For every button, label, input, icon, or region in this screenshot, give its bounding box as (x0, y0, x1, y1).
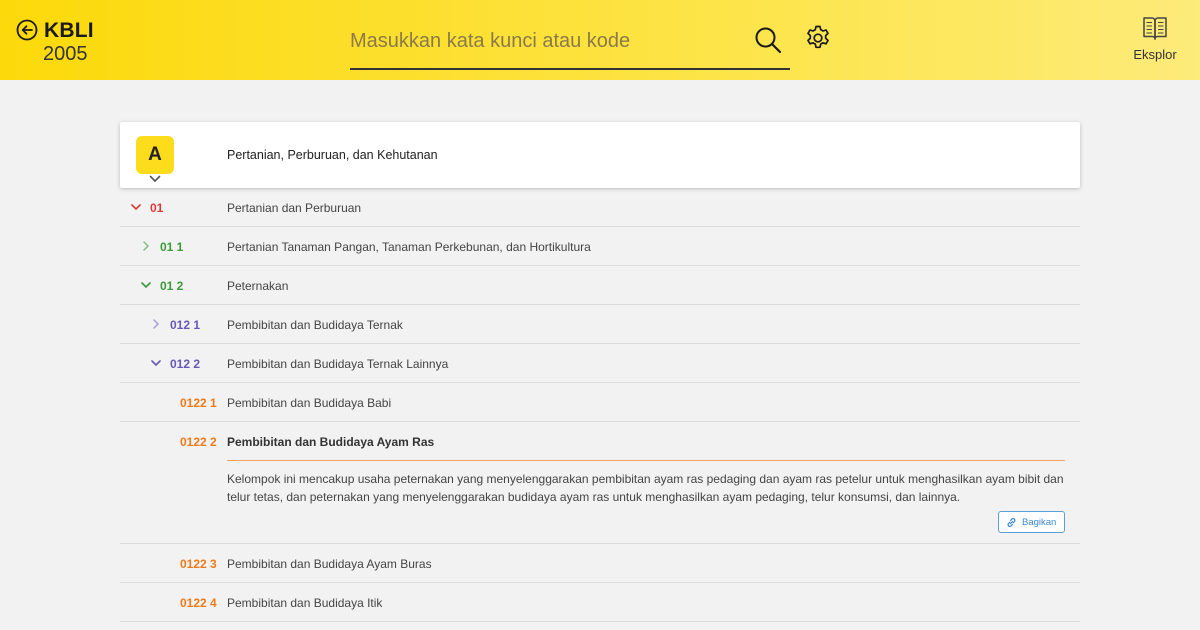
share-button[interactable]: Bagikan (998, 511, 1065, 533)
back-arrow-icon[interactable] (16, 19, 38, 41)
section-title: Pertanian, Perburuan, dan Kehutanan (227, 148, 438, 162)
tree-row-subclass[interactable]: 0122 3 Pembibitan dan Budidaya Ayam Bura… (120, 544, 1080, 583)
tree-row-group[interactable]: 01 1 Pertanian Tanaman Pangan, Tanaman P… (120, 227, 1080, 266)
row-code: 01 (150, 201, 164, 215)
row-code: 01 2 (160, 279, 184, 293)
description-divider (227, 460, 1065, 461)
app-title: KBLI (44, 19, 94, 42)
row-code: 0122 4 (180, 596, 217, 610)
tree-row-class[interactable]: 012 2 Pembibitan dan Budidaya Ternak Lai… (120, 344, 1080, 383)
chevron-down-icon[interactable] (149, 175, 161, 183)
row-code: 0122 1 (180, 396, 217, 410)
tree-row-subclass[interactable]: 0122 1 Pembibitan dan Budidaya Babi (120, 383, 1080, 422)
row-code: 012 1 (170, 318, 201, 332)
explore-button[interactable]: Eksplor (1126, 14, 1184, 66)
open-book-icon (1143, 17, 1167, 40)
row-label: Pembibitan dan Budidaya Ayam Ras (227, 435, 435, 449)
tree-row-subclass[interactable]: 0122 4 Pembibitan dan Budidaya Itik (120, 583, 1080, 622)
chevron-down-icon[interactable] (141, 280, 151, 290)
row-label: Pertanian dan Perburuan (227, 201, 362, 215)
row-label: Pembibitan dan Budidaya Ayam Buras (227, 557, 432, 571)
row-label: Pembibitan dan Budidaya Ternak Lainnya (227, 357, 449, 371)
row-label: Peternakan (227, 279, 289, 293)
search-bar (350, 20, 790, 70)
row-description: Kelompok ini mencakup usaha peternakan y… (227, 472, 1064, 504)
search-icon[interactable] (754, 26, 782, 54)
search-input[interactable] (350, 26, 740, 56)
chevron-down-icon[interactable] (131, 202, 141, 212)
chevron-right-icon[interactable] (151, 319, 161, 329)
app-version-year: 2005 (43, 43, 88, 65)
row-label: Pembibitan dan Budidaya Itik (227, 596, 383, 610)
tree-row-subclass-expanded[interactable]: 0122 2 Pembibitan dan Budidaya Ayam Ras … (120, 422, 1080, 544)
row-code: 0122 2 (180, 435, 217, 449)
chevron-down-icon[interactable] (151, 358, 161, 368)
section-letter-badge: A (136, 136, 174, 174)
row-label: Pembibitan dan Budidaya Ternak (227, 318, 403, 332)
row-label: Pertanian Tanaman Pangan, Tanaman Perkeb… (227, 240, 591, 254)
link-icon (1007, 518, 1016, 527)
row-code: 0122 3 (180, 557, 217, 571)
tree-row-group[interactable]: 01 2 Peternakan (120, 266, 1080, 305)
share-label: Bagikan (1022, 517, 1057, 528)
app-header: KBLI 2005 Eksplor (0, 0, 1200, 80)
tree-row-division[interactable]: 01 Pertanian dan Perburuan (120, 188, 1080, 227)
chevron-right-icon[interactable] (141, 241, 151, 251)
tree-row-class[interactable]: 012 1 Pembibitan dan Budidaya Ternak (120, 305, 1080, 344)
classification-tree: A Pertanian, Perburuan, dan Kehutanan 01… (120, 122, 1080, 622)
section-card[interactable]: A Pertanian, Perburuan, dan Kehutanan (120, 122, 1080, 188)
row-label: Pembibitan dan Budidaya Babi (227, 396, 392, 410)
row-code: 01 1 (160, 240, 184, 254)
row-code: 012 2 (170, 357, 201, 371)
gear-icon[interactable] (805, 25, 831, 51)
explore-label: Eksplor (1133, 47, 1177, 62)
